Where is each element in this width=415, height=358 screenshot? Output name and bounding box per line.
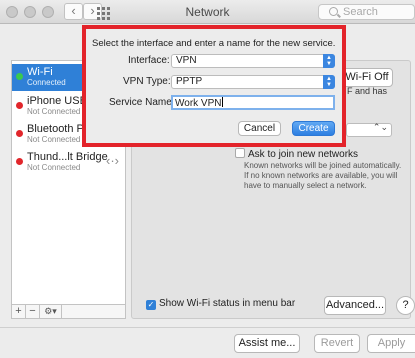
search-field[interactable]: Search [318,4,415,20]
interface-value: VPN [176,55,197,66]
chevron-icon: ⌃⌄ [372,122,388,132]
show-wifi-status-checkbox[interactable]: ✓ Show Wi-Fi status in menu bar [146,298,295,310]
service-list-toolbar: + − ⚙▾ [11,304,126,319]
known-networks-description: Known networks will be joined automatica… [244,161,402,190]
network-name-popup[interactable]: ⌃⌄ [346,122,392,137]
add-service-button[interactable]: + [12,305,26,318]
popup-stepper-icon: ▲ ▼ [323,75,335,89]
service-name-input[interactable]: Work VPN [171,95,335,110]
interface-label: Interface: [128,55,170,66]
search-placeholder: Search [343,6,378,18]
advanced-button[interactable]: Advanced... [324,296,386,315]
search-icon [329,7,338,16]
status-text: F and has [347,86,388,96]
title-bar: ‹ › Network Search [0,0,415,24]
ask-to-join-checkbox[interactable]: Ask to join new networks [235,148,358,160]
create-button[interactable]: Create [292,121,335,136]
divider [0,327,415,328]
revert-button[interactable]: Revert [314,334,360,353]
popup-stepper-icon: ▲ ▼ [323,54,335,68]
status-dot [16,102,23,109]
vpn-type-value: PPTP [176,76,203,87]
assist-me-button[interactable]: Assist me... [234,334,300,353]
turn-wifi-off-button[interactable]: Wi-Fi Off [341,68,393,87]
help-button[interactable]: ? [396,296,415,315]
vpn-type-popup[interactable]: PPTP ▲ ▼ [171,75,335,89]
gear-icon[interactable]: ⚙▾ [40,305,62,318]
remove-service-button[interactable]: − [26,305,40,318]
status-dot [16,73,23,80]
apply-button[interactable]: Apply [367,334,415,353]
service-name-label: Service Name: [109,97,175,108]
checkmark-icon: ✓ [146,300,156,310]
service-item-thunderbolt-bridge[interactable]: Thund...lt Bridge Not Connected ‹·› [12,149,125,176]
show-wifi-status-label: Show Wi-Fi status in menu bar [159,298,296,309]
interface-popup[interactable]: VPN ▲ ▼ [171,54,335,68]
text-cursor [221,97,223,107]
checkbox-box [235,148,245,158]
bridge-arrows-icon: ‹·› [106,153,119,168]
cancel-button[interactable]: Cancel [238,121,281,136]
ask-to-join-label: Ask to join new networks [248,149,359,160]
status-dot [16,130,23,137]
sheet-instructions: Select the interface and enter a name fo… [92,38,336,49]
service-name-value: Work VPN [175,98,222,109]
vpn-type-label: VPN Type: [123,76,171,87]
status-dot [16,158,23,165]
